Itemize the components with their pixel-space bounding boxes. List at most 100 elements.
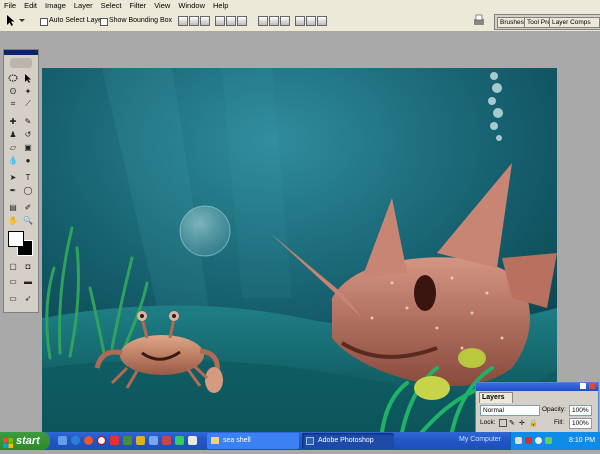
quick-launch-app6-icon[interactable] [188,436,197,445]
magic-wand-icon[interactable]: ✦ [22,86,34,96]
quick-launch-folder-icon[interactable] [136,436,145,445]
align-top-icon[interactable] [178,16,188,26]
shape-tool-icon[interactable]: ◯ [22,185,34,195]
move-tool-button-icon[interactable] [22,73,34,83]
palette-tab-tool-presets[interactable]: Tool Pre [524,17,550,28]
underwater-illustration [42,68,557,432]
hand-tool-icon[interactable]: ✋ [7,215,19,225]
align-right-icon[interactable] [237,16,247,26]
menu-select[interactable]: Select [97,0,126,11]
palette-minimize-icon[interactable] [580,383,586,389]
tray-app-icon[interactable] [545,437,552,444]
pen-tool-icon[interactable]: ✒ [7,185,19,195]
align-hcenter-icon[interactable] [226,16,236,26]
slice-tool-icon[interactable]: ⟋ [22,99,34,109]
jump-to-imageready-icon[interactable]: ➶ [22,293,34,303]
taskbar-item-sea-shell[interactable]: sea shell [207,433,299,449]
tray-volume-icon[interactable] [535,437,542,444]
move-tool-icon[interactable] [4,14,26,29]
quick-launch-app5-icon[interactable] [175,436,184,445]
taskbar-item-label: sea shell [223,437,251,444]
toolbox-titlebar[interactable] [4,50,38,55]
blend-mode-select[interactable]: Normal [480,405,540,416]
lock-position-icon[interactable]: ✛ [519,419,525,427]
menu-file[interactable]: File [0,0,20,11]
palette-close-icon[interactable] [589,383,595,389]
print-icon[interactable] [472,14,486,29]
eyedropper-tool-icon[interactable]: ✐ [22,202,34,212]
distribute-top-icon[interactable] [258,16,268,26]
distribute-bottom-icon[interactable] [280,16,290,26]
auto-select-checkbox[interactable] [40,17,48,26]
distribute-vcenter-icon[interactable] [269,16,279,26]
tray-network-icon[interactable] [515,437,522,444]
adobe-online-icon[interactable] [10,58,32,68]
toolbox: ʘ ✦ ⌗ ⟋ ✚ ✎ ♟ ↺ ▱ ▣ 💧 ● ➤ T ✒ ◯ ▤ ✐ ✋ 🔍 … [3,49,39,313]
lasso-tool-icon[interactable]: ʘ [7,86,19,96]
standard-mode-icon[interactable]: ▢ [7,261,19,271]
taskbar: start sea shell Adobe Photoshop My Compu… [0,432,600,450]
start-button[interactable]: start [0,432,50,450]
quick-mask-mode-icon[interactable]: ◘ [22,261,34,271]
crop-tool-icon[interactable]: ⌗ [7,99,19,109]
fill-label: Fill: [554,419,565,426]
menu-bar: File Edit Image Layer Select Filter View… [0,0,600,11]
opacity-field[interactable]: 100% [569,405,592,416]
quick-launch-app3-icon[interactable] [149,436,158,445]
lock-label: Lock: [480,419,496,426]
quick-launch-app2-icon[interactable] [123,436,132,445]
layers-tab[interactable]: Layers [479,392,513,403]
lock-image-icon[interactable]: ✎ [509,419,515,427]
menu-edit[interactable]: Edit [20,0,41,11]
screen-mode-menu-icon[interactable]: ▭ [7,293,19,303]
windows-logo-icon [3,436,13,454]
screen-mode-standard-icon[interactable]: ▭ [7,276,19,286]
distribute-hcenter-icon[interactable] [306,16,316,26]
menu-view[interactable]: View [150,0,174,11]
dodge-tool-icon[interactable]: ● [22,155,34,165]
quick-launch-ie-icon[interactable] [71,436,80,445]
quick-launch-firefox-icon[interactable] [84,436,93,445]
start-label: start [16,435,40,447]
quick-launch-app4-icon[interactable] [162,436,171,445]
screen-mode-full-icon[interactable]: ▬ [22,276,34,286]
lock-all-icon[interactable]: 🔒 [529,419,538,427]
quick-launch-app-icon[interactable] [110,436,119,445]
taskbar-item-photoshop[interactable]: Adobe Photoshop [302,433,394,449]
menu-help[interactable]: Help [209,0,232,11]
path-selection-icon[interactable]: ➤ [7,172,19,182]
clone-stamp-icon[interactable]: ♟ [7,129,19,139]
distribute-right-icon[interactable] [317,16,327,26]
align-left-icon[interactable] [215,16,225,26]
menu-image[interactable]: Image [41,0,70,11]
tray-security-icon[interactable] [525,437,532,444]
menu-window[interactable]: Window [174,0,209,11]
fill-field[interactable]: 100% [569,418,592,429]
document-canvas[interactable] [42,68,557,432]
palette-tab-layer-comps[interactable]: Layer Comps [549,17,600,28]
lock-transparency-icon[interactable] [499,419,507,427]
align-vcenter-icon[interactable] [189,16,199,26]
brush-tool-icon[interactable]: ✎ [22,116,34,126]
zoom-tool-icon[interactable]: 🔍 [22,215,34,225]
healing-brush-icon[interactable]: ✚ [7,116,19,126]
eraser-tool-icon[interactable]: ▱ [7,142,19,152]
tray-toolbar-label[interactable]: My Computer [459,436,501,443]
foreground-color-swatch[interactable] [8,231,24,247]
align-bottom-icon[interactable] [200,16,210,26]
history-brush-icon[interactable]: ↺ [22,129,34,139]
distribute-left-icon[interactable] [295,16,305,26]
menu-filter[interactable]: Filter [126,0,151,11]
type-tool-icon[interactable]: T [22,172,34,182]
quick-launch-desktop-icon[interactable] [58,436,67,445]
show-bounding-checkbox[interactable] [100,17,108,26]
notes-tool-icon[interactable]: ▤ [7,202,19,212]
gradient-tool-icon[interactable]: ▣ [22,142,34,152]
clock: 8:10 PM [569,437,596,444]
marquee-tool-icon[interactable] [7,73,19,83]
quick-launch-media-icon[interactable] [97,436,106,445]
blur-tool-icon[interactable]: 💧 [7,155,19,165]
menu-layer[interactable]: Layer [70,0,97,11]
palette-tab-brushes[interactable]: Brushes [497,17,525,28]
layers-palette: Layers Normal Opacity: 100% Lock: ✎ ✛ 🔒 … [475,382,599,434]
